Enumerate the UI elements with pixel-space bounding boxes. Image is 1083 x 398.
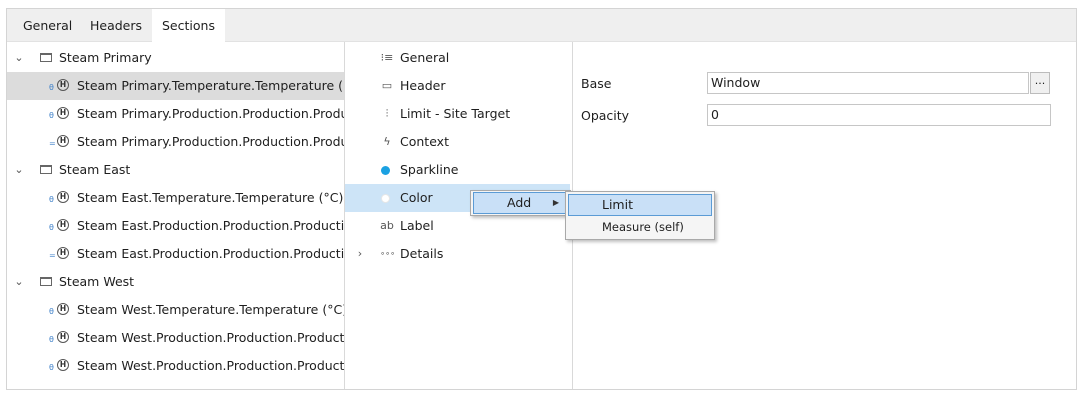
list-icon: ⁝≡ (380, 51, 394, 64)
historian-icon: H (57, 219, 69, 231)
tab-bar: General Headers Sections (7, 9, 1076, 43)
section-item-label: Label (400, 218, 434, 233)
tree-item-label: Steam East.Production.Production.Product… (77, 218, 344, 233)
section-item-label: Header (400, 78, 446, 93)
limit-icon: ⫶ (385, 107, 389, 120)
tree-item[interactable]: = H Steam East.Production.Production.Pro… (7, 240, 344, 268)
measure-type-icon: θ (49, 307, 54, 316)
base-row: Base (573, 70, 703, 98)
tree-item-label: Steam East.Temperature.Temperature (°C) (77, 190, 344, 205)
historian-icon: H (57, 107, 69, 119)
section-item-label: Limit - Site Target (400, 106, 511, 121)
tree-item[interactable]: θ H Steam Primary.Production.Production.… (7, 100, 344, 128)
tree-item[interactable]: θ H Steam East.Temperature.Temperature (… (7, 184, 344, 212)
browse-button[interactable]: ... (1030, 72, 1050, 94)
section-item-label: General (400, 50, 450, 65)
tree-item[interactable]: θ H Steam West.Production.Production.Pro… (7, 352, 344, 380)
measure-type-icon: θ (49, 195, 54, 204)
measure-type-icon: θ (49, 223, 54, 232)
tab-headers[interactable]: Headers (80, 9, 152, 42)
submenu-item-measure-self[interactable]: Measure (self) (568, 216, 712, 238)
chevron-down-icon[interactable]: ⌄ (13, 156, 25, 184)
tab-general[interactable]: General (13, 9, 82, 42)
measure-type-icon: θ (49, 335, 54, 344)
section-item-limit[interactable]: ⫶ Limit - Site Target (345, 100, 572, 128)
chevron-down-icon[interactable]: ⌄ (13, 44, 25, 72)
section-item-general[interactable]: ⁝≡ General (345, 44, 572, 72)
historian-icon: H (57, 79, 69, 91)
historian-icon: H (57, 303, 69, 315)
section-item-header[interactable]: ▭ Header (345, 72, 572, 100)
historian-icon: H (57, 359, 69, 371)
tree-group-steam-east[interactable]: ⌄ Steam East (7, 156, 344, 184)
tree-item-label: Steam West.Production.Production.Product… (77, 330, 344, 345)
section-item-label: Details (400, 246, 444, 261)
folder-icon (40, 165, 52, 174)
base-field[interactable]: Window (707, 72, 1029, 94)
tree-group-label: Steam Primary (59, 50, 152, 65)
tree-item-label: Steam Primary.Production.Production.Prod… (77, 106, 344, 121)
tree-item[interactable]: θ H Steam West.Production.Production.Pro… (7, 324, 344, 352)
folder-icon (40, 53, 52, 62)
tree-group-steam-west[interactable]: ⌄ Steam West (7, 268, 344, 296)
section-item-sparkline[interactable]: Sparkline (345, 156, 572, 184)
sections-dialog: General Headers Sections ⌄ Steam Primary… (6, 8, 1077, 390)
section-item-context[interactable]: ϟ Context (345, 128, 572, 156)
header-icon: ▭ (381, 79, 393, 92)
base-label: Base (581, 76, 612, 91)
historian-icon: H (57, 247, 69, 259)
chevron-down-icon[interactable]: ⌄ (13, 268, 25, 296)
tree-item[interactable]: θ H Steam East.Production.Production.Pro… (7, 212, 344, 240)
measure-type-icon: = (49, 251, 56, 260)
measure-type-icon: θ (49, 363, 54, 372)
tree-group-label: Steam East (59, 162, 131, 177)
dots-icon: ∘∘∘ (380, 249, 396, 258)
tree-group-label: Steam West (59, 274, 135, 289)
opacity-row: Opacity (573, 102, 703, 130)
context-menu: Add ▶ (470, 190, 571, 216)
tab-sections[interactable]: Sections (152, 9, 225, 43)
historian-icon: H (57, 135, 69, 147)
section-item-label: Context (400, 134, 449, 149)
section-item-label: Sparkline (400, 162, 459, 177)
tree-item-label: Steam Primary.Production.Production.Prod… (77, 134, 344, 149)
folder-icon (40, 277, 52, 286)
tree-item-label: Steam West.Production.Production.Product… (77, 358, 344, 373)
section-item-details[interactable]: › ∘∘∘ Details (345, 240, 572, 268)
tree-item[interactable]: = H Steam Primary.Production.Production.… (7, 128, 344, 156)
section-item-label: Color (400, 190, 433, 205)
lightning-icon: ϟ (383, 135, 391, 148)
tree-item-label: Steam Primary.Temperature.Temperature (°… (77, 78, 344, 93)
add-submenu: Limit Measure (self) (565, 191, 715, 240)
submenu-item-label: Measure (self) (602, 220, 684, 234)
opacity-field[interactable]: 0 (707, 104, 1051, 126)
opacity-label: Opacity (581, 108, 630, 123)
measure-tree: ⌄ Steam Primary θ H Steam Primary.Temper… (7, 42, 345, 389)
historian-icon: H (57, 191, 69, 203)
tree-item[interactable]: θ H Steam West.Temperature.Temperature (… (7, 296, 344, 324)
submenu-arrow-icon: ▶ (552, 198, 559, 207)
tree-item-label: Steam East.Production.Production.Product… (77, 246, 344, 261)
measure-type-icon: θ (49, 111, 54, 120)
add-menu-label: Add (507, 195, 532, 210)
submenu-item-label: Limit (602, 197, 633, 212)
measure-type-icon: = (49, 139, 56, 148)
text-ab-icon: ab (380, 219, 394, 232)
chevron-right-icon[interactable]: › (354, 240, 366, 268)
measure-type-icon: θ (49, 83, 54, 92)
tree-item-label: Steam West.Temperature.Temperature (°C) (77, 302, 344, 317)
add-menu-item[interactable]: Add ▶ (473, 192, 568, 214)
tree-item[interactable]: θ H Steam Primary.Temperature.Temperatur… (7, 72, 344, 100)
blue-dot-icon (381, 166, 390, 175)
tree-group-steam-primary[interactable]: ⌄ Steam Primary (7, 44, 344, 72)
white-dot-icon (381, 194, 390, 203)
submenu-item-limit[interactable]: Limit (568, 194, 712, 216)
historian-icon: H (57, 331, 69, 343)
section-item-label-section[interactable]: ab Label (345, 212, 572, 240)
